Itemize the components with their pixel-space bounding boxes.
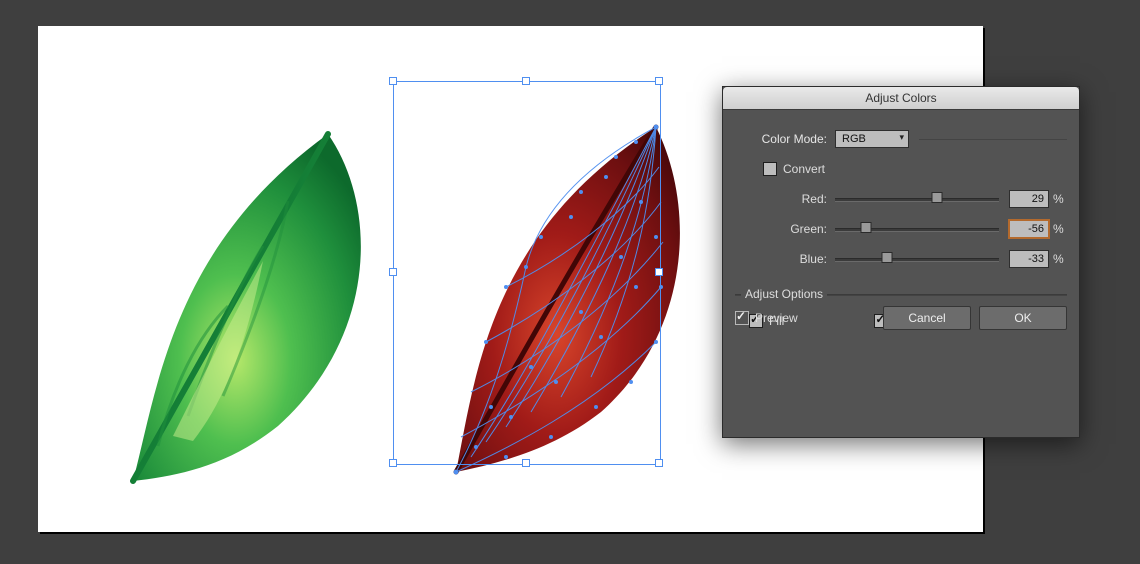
selection-handle[interactable]	[389, 77, 397, 85]
channel-value-input[interactable]: 29	[1009, 190, 1049, 208]
dialog-body: Color Mode: RGB Convert Red: 29% Green: -56…	[723, 110, 1079, 340]
selection-handle[interactable]	[522, 77, 530, 85]
color-mode-value: RGB	[842, 133, 866, 145]
channel-slider[interactable]	[835, 192, 999, 206]
selection-handle[interactable]	[522, 459, 530, 467]
slider-thumb[interactable]	[882, 252, 893, 263]
selection-handle[interactable]	[655, 459, 663, 467]
color-mode-select[interactable]: RGB	[835, 130, 909, 148]
selection-bounding-box[interactable]	[393, 81, 661, 465]
channel-row-red: Red: 29%	[735, 184, 1067, 214]
slider-thumb[interactable]	[931, 192, 942, 203]
channel-label: Red:	[735, 192, 835, 206]
channel-row-blue: Blue: -33%	[735, 244, 1067, 274]
selection-handle[interactable]	[655, 77, 663, 85]
slider-thumb[interactable]	[861, 222, 872, 233]
convert-checkbox[interactable]	[763, 162, 777, 176]
selection-handle[interactable]	[389, 459, 397, 467]
channel-value-input[interactable]: -33	[1009, 250, 1049, 268]
percent-label: %	[1049, 222, 1067, 236]
app-stage: Adjust Colors Color Mode: RGB Convert Re…	[0, 0, 1140, 564]
green-leaf	[78, 86, 408, 526]
color-mode-label: Color Mode:	[735, 132, 835, 146]
separator	[919, 139, 1067, 140]
selection-handle[interactable]	[389, 268, 397, 276]
selection-handle[interactable]	[655, 268, 663, 276]
percent-label: %	[1049, 192, 1067, 206]
ok-button[interactable]: OK	[979, 306, 1067, 330]
channel-slider[interactable]	[835, 252, 999, 266]
channel-label: Green:	[735, 222, 835, 236]
channel-value-input[interactable]: -56	[1009, 220, 1049, 238]
channel-label: Blue:	[735, 252, 835, 266]
channel-slider[interactable]	[835, 222, 999, 236]
convert-label: Convert	[783, 162, 825, 176]
dialog-title[interactable]: Adjust Colors	[723, 87, 1079, 110]
cancel-button[interactable]: Cancel	[883, 306, 971, 330]
percent-label: %	[1049, 252, 1067, 266]
preview-label: Preview	[755, 311, 798, 325]
channel-row-green: Green: -56%	[735, 214, 1067, 244]
preview-checkbox[interactable]	[735, 311, 749, 325]
adjust-colors-dialog[interactable]: Adjust Colors Color Mode: RGB Convert Re…	[722, 86, 1080, 438]
